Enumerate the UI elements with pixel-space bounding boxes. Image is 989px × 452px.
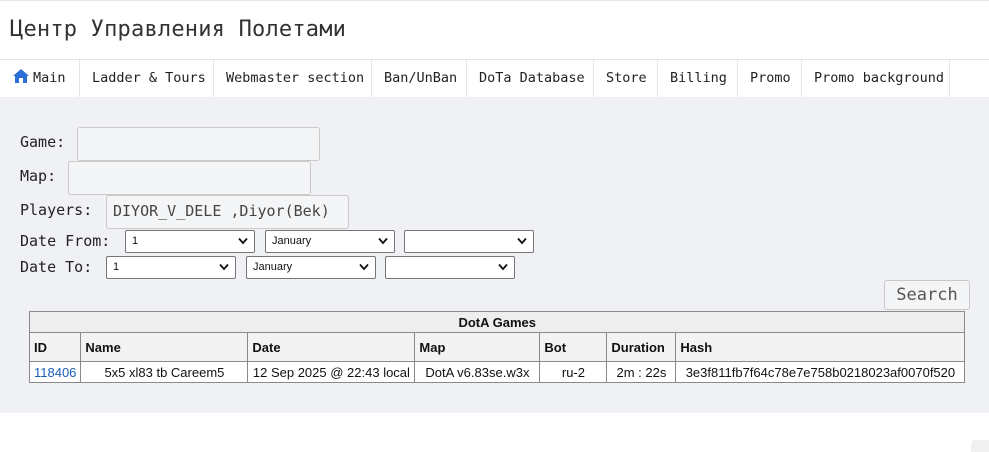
search-button[interactable]: Search (884, 280, 970, 310)
players-input[interactable]: DIYOR_V_DELE ,Diyor(Bek) (106, 195, 349, 229)
nav-promo-background-label: Promo background (814, 70, 945, 86)
header: Центр Управления Полетами (0, 0, 989, 60)
game-input[interactable] (77, 127, 320, 161)
column-header-id: ID (28, 332, 82, 362)
nav-ladder-tours[interactable]: Ladder & Tours (80, 60, 214, 97)
chevron-down-icon (498, 263, 508, 271)
chevron-down-icon (219, 263, 229, 271)
nav-promo-background[interactable]: Promo background (802, 60, 950, 97)
date-to-month-select[interactable]: January (246, 256, 376, 279)
map-label: Map: (20, 167, 57, 185)
search-panel: Game: Map: Players: DIYOR_V_DELE ,Diyor(… (0, 97, 989, 413)
nav-promo-label: Promo (750, 70, 791, 86)
chevron-down-icon (517, 237, 527, 245)
map-input[interactable] (68, 161, 311, 195)
nav-store-label: Store (606, 70, 647, 86)
main-nav: Main Ladder & Tours Webmaster section Ba… (0, 59, 989, 98)
date-from-day-value: 1 (132, 235, 139, 247)
column-header-hash: Hash (675, 332, 966, 362)
nav-dota-database[interactable]: DoTa Database (467, 60, 594, 97)
nav-store[interactable]: Store (594, 60, 658, 97)
date-to-year-select[interactable] (385, 256, 515, 279)
nav-billing[interactable]: Billing (658, 60, 738, 97)
players-label: Players: (20, 201, 93, 219)
nav-webmaster-section[interactable]: Webmaster section (214, 60, 372, 97)
date-from-month-value: January (272, 235, 312, 247)
game-label: Game: (20, 133, 66, 151)
nav-billing-label: Billing (670, 70, 727, 86)
home-icon (12, 62, 30, 83)
date-from-day-select[interactable]: 1 (125, 230, 255, 253)
column-header-name: Name (80, 332, 249, 362)
game-id-link[interactable]: 118406 (34, 365, 76, 380)
page-corner (971, 440, 989, 452)
game-name-cell: 5x5 xl83 tb Careem5 (80, 361, 249, 383)
column-header-bot: Bot (539, 332, 608, 362)
chevron-down-icon (238, 237, 248, 245)
nav-ban-unban-label: Ban/UnBan (384, 70, 458, 86)
table-caption: DotA Games (28, 311, 966, 333)
game-bot-cell: ru-2 (539, 361, 608, 383)
nav-webmaster-section-label: Webmaster section (226, 70, 365, 86)
date-to-day-value: 1 (113, 261, 120, 273)
nav-main[interactable]: Main (0, 60, 80, 97)
table-row: 118406 5x5 xl83 tb Careem5 12 Sep 2025 @… (28, 361, 966, 383)
games-table: DotA Games ID Name Date Map Bot Duration… (28, 311, 966, 383)
nav-ban-unban[interactable]: Ban/UnBan (372, 60, 467, 97)
game-duration-cell: 2m : 22s (606, 361, 677, 383)
date-from-label: Date From: (20, 232, 111, 250)
nav-ladder-tours-label: Ladder & Tours (92, 70, 206, 86)
nav-dota-database-label: DoTa Database (479, 70, 585, 86)
site-title: Центр Управления Полетами (10, 17, 347, 42)
date-to-day-select[interactable]: 1 (106, 256, 236, 279)
game-map-cell: DotA v6.83se.w3x (414, 361, 541, 383)
date-from-year-select[interactable] (404, 230, 534, 253)
chevron-down-icon (359, 263, 369, 271)
game-hash-cell: 3e3f811fb7f64c78e7e758b0218023af0070f520 (675, 361, 966, 383)
date-to-label: Date To: (20, 258, 93, 276)
game-id-cell: 118406 (28, 361, 82, 383)
chevron-down-icon (378, 237, 388, 245)
nav-main-label: Main (33, 70, 66, 86)
date-from-month-select[interactable]: January (265, 230, 395, 253)
column-header-date: Date (247, 332, 416, 362)
date-to-month-value: January (253, 261, 293, 273)
column-header-map: Map (414, 332, 541, 362)
nav-promo[interactable]: Promo (738, 60, 802, 97)
column-header-duration: Duration (606, 332, 677, 362)
game-date-cell: 12 Sep 2025 @ 22:43 local (247, 361, 416, 383)
table-header-row: ID Name Date Map Bot Duration Hash (28, 332, 966, 362)
